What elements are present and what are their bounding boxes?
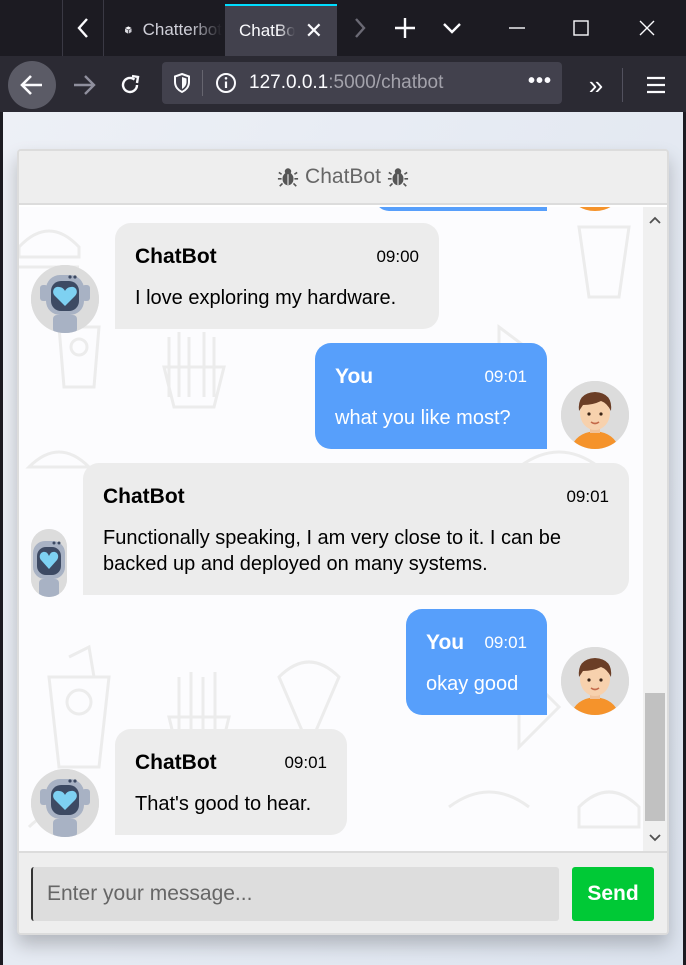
address-bar[interactable]: 127.0.0.1:5000/chatbot ••• [162,62,562,104]
close-icon [639,20,655,36]
new-tab-button[interactable] [385,0,425,56]
maximize-window-button[interactable] [556,0,606,56]
chat-title: ChatBot [305,165,381,188]
sender-name: You [426,631,465,654]
site-info-button[interactable] [213,62,239,104]
tab-title: Chatterbot [142,20,222,39]
page-viewport: ChatBot ChatBot 09:00 I love exploring m… [3,112,683,965]
maximize-icon [573,20,589,36]
message-time: 09:01 [284,753,327,772]
message-time: 09:01 [484,633,527,652]
message-info: ChatBot 09:01 [103,485,609,509]
toolbar-divider [622,68,623,102]
app-menu-button[interactable] [636,61,676,109]
url-host: 127.0.0.1 [249,72,329,93]
chat-header: ChatBot [19,151,667,205]
sender-name: You [335,365,374,388]
reload-button[interactable] [110,61,150,109]
message-text: okay good [426,673,519,695]
robot-avatar-icon [31,265,99,333]
cube-favicon-icon [125,26,132,34]
hamburger-menu-icon [647,76,665,94]
tab-chatterbot[interactable]: Chatterbot [110,4,222,56]
chat-window: ChatBot ChatBot 09:00 I love exploring m… [17,149,669,935]
browser-titlebar: Chatterbot ChatBot ✕ [0,0,686,56]
message-time: 09:01 [566,487,609,506]
message-info: You 09:01 [335,365,527,389]
tab-title: ChatBot [239,21,295,40]
forward-arrow-icon [74,75,96,95]
message-text: what you like most? [335,407,511,429]
browser-navbar: 127.0.0.1:5000/chatbot ••• » [0,56,686,112]
close-tab-icon[interactable]: ✕ [305,18,323,44]
forward-button[interactable] [64,61,104,109]
back-button[interactable] [8,61,56,109]
tab-scroll-right-button[interactable] [340,0,380,56]
tab-chatbot[interactable]: ChatBot ✕ [225,4,337,56]
url-path: :5000/chatbot [328,72,444,93]
chevron-right-icon [355,18,366,38]
overflow-chevrons-icon[interactable]: » [580,61,612,109]
tab-list-button[interactable] [432,0,472,56]
message-info: You 09:01 [426,631,527,655]
previous-message-bubble-edge [375,207,547,211]
sender-name: ChatBot [103,485,185,508]
chat-messages[interactable]: ChatBot 09:00 I love exploring my hardwa… [19,207,643,851]
more-dots-icon[interactable]: ••• [528,70,552,93]
message-input[interactable] [31,867,559,921]
bug-icon [387,168,409,187]
close-window-button[interactable] [622,0,672,56]
user-avatar-icon [561,381,629,449]
tracking-protection-button[interactable] [162,62,202,104]
sender-name: ChatBot [135,751,217,774]
robot-avatar-icon [31,529,67,597]
tab-scroll-left-button[interactable] [62,0,104,56]
message-info: ChatBot 09:01 [135,751,327,775]
scroll-down-button[interactable] [643,825,667,851]
reload-icon [121,74,140,94]
chevron-up-icon [649,216,661,224]
send-button[interactable]: Send [572,867,654,921]
sender-name: ChatBot [135,245,217,268]
message-text: Functionally speaking, I am very close t… [103,527,561,575]
scroll-up-button[interactable] [643,207,667,233]
bug-icon [277,168,299,187]
chevron-down-icon [649,834,661,842]
tab-list-chevron-icon [443,23,461,34]
message-time: 09:01 [484,367,527,386]
message-info: ChatBot 09:00 [135,245,419,269]
user-avatar-icon [561,647,629,715]
message-bubble: You 09:01 what you like most? [315,343,547,449]
chevron-left-icon [77,18,88,38]
info-icon [216,73,236,93]
message-bubble: ChatBot 09:01 Functionally speaking, I a… [83,463,629,595]
shield-icon [174,73,190,93]
back-arrow-icon [20,75,42,95]
message-time: 09:00 [376,247,419,266]
message-bubble: You 09:01 okay good [406,609,547,715]
message-input-area: Send [19,851,667,933]
url-text: 127.0.0.1:5000/chatbot [249,72,443,94]
message-bubble: ChatBot 09:00 I love exploring my hardwa… [115,223,439,329]
scrollbar-thumb[interactable] [645,693,665,821]
chat-scrollbar[interactable] [643,207,667,851]
robot-avatar-icon [31,769,99,837]
new-tab-plus-icon [395,18,415,38]
message-bubble: ChatBot 09:01 That's good to hear. [115,729,347,835]
message-text: That's good to hear. [135,793,312,815]
minimize-icon [509,27,525,29]
url-separator [202,70,203,96]
minimize-window-button[interactable] [492,0,542,56]
message-text: I love exploring my hardware. [135,287,397,309]
